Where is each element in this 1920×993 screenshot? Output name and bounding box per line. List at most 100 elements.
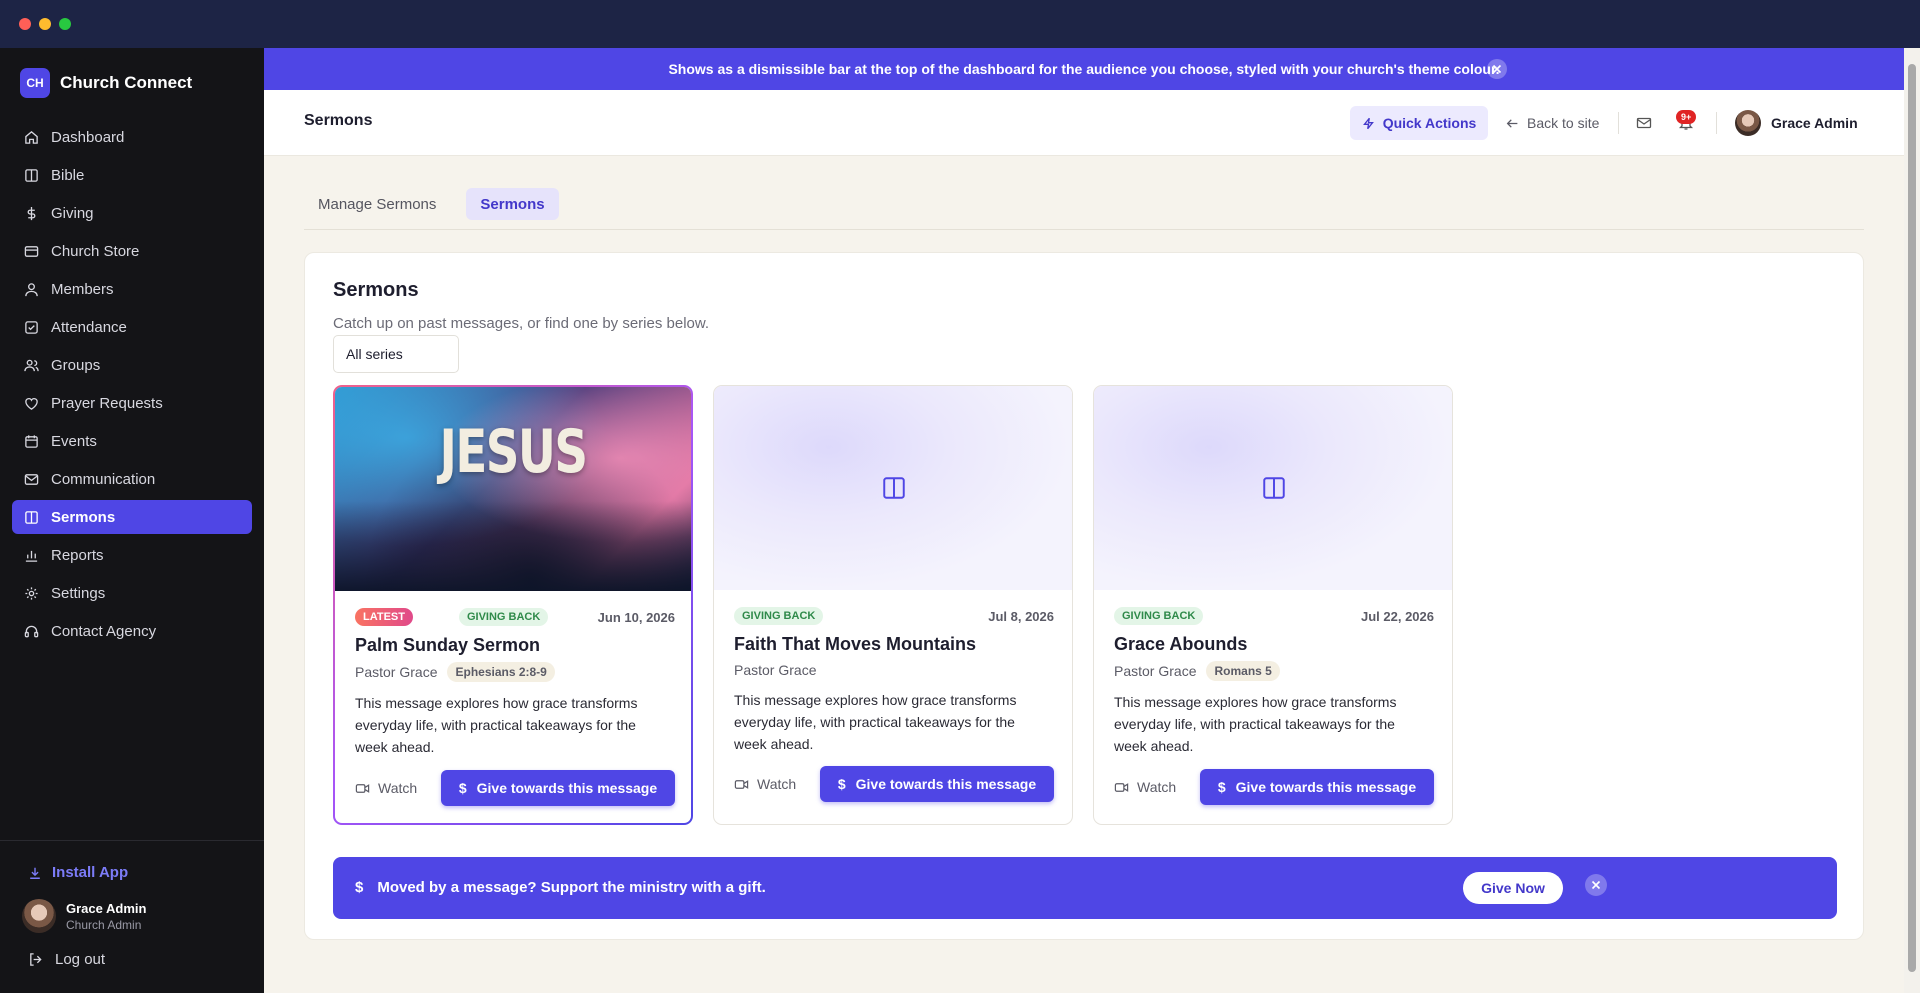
- notification-badge: 9+: [1676, 110, 1697, 124]
- sidebar-item-label: Contact Agency: [51, 622, 157, 640]
- sidebar-item-bible[interactable]: Bible: [12, 158, 252, 192]
- avatar: [22, 899, 56, 933]
- giving-back-tag: GIVING BACK: [458, 608, 549, 626]
- user-menu[interactable]: Grace Admin: [1735, 110, 1858, 136]
- sermon-thumbnail-placeholder: [1094, 386, 1452, 590]
- close-icon: [1492, 64, 1502, 74]
- sidebar-item-reports[interactable]: Reports: [12, 538, 252, 572]
- page-title: Sermons: [304, 112, 373, 129]
- give-banner-dismiss-button[interactable]: [1585, 874, 1607, 896]
- sidebar-item-contact-agency[interactable]: Contact Agency: [12, 614, 252, 648]
- give-now-button[interactable]: Give Now: [1463, 872, 1563, 904]
- sermon-card[interactable]: JESUS LATEST GIVING BACK Jun 10, 2026 Pa…: [333, 385, 693, 825]
- latest-badge: LATEST: [355, 608, 413, 626]
- giving-back-tag: GIVING BACK: [734, 607, 824, 625]
- sidebar: CH Church Connect Dashboard Bible Giving…: [0, 48, 264, 993]
- sidebar-item-label: Events: [51, 432, 97, 450]
- sermon-card[interactable]: GIVING BACK Jul 8, 2026 Faith That Moves…: [713, 385, 1073, 825]
- card-actions: Watch $ Give towards this message: [1114, 769, 1434, 805]
- sermon-date: Jul 22, 2026: [1361, 608, 1434, 624]
- sidebar-item-label: Giving: [51, 204, 94, 222]
- scripture-badge: Ephesians 2:8-9: [447, 662, 555, 682]
- watch-button[interactable]: Watch: [1114, 779, 1176, 795]
- tab-sermons[interactable]: Sermons: [466, 188, 559, 220]
- give-towards-message-button[interactable]: $ Give towards this message: [1200, 769, 1434, 805]
- sermon-pastor: Pastor Grace: [734, 662, 817, 678]
- home-icon: [25, 130, 38, 144]
- card-body: GIVING BACK Jul 22, 2026 Grace Abounds P…: [1114, 606, 1434, 757]
- window-close-button[interactable]: [19, 18, 31, 30]
- card-body: GIVING BACK Jul 8, 2026 Faith That Moves…: [734, 606, 1054, 755]
- video-icon: [734, 779, 749, 789]
- window-maximize-button[interactable]: [59, 18, 71, 30]
- logout-button[interactable]: Log out: [28, 951, 105, 968]
- sidebar-user[interactable]: Grace Admin Church Admin: [22, 899, 146, 933]
- sidebar-item-dashboard[interactable]: Dashboard: [12, 120, 252, 154]
- sermon-description: This message explores how grace transfor…: [1114, 694, 1397, 754]
- calendar-icon: [25, 434, 38, 448]
- sidebar-item-events[interactable]: Events: [12, 424, 252, 458]
- chart-icon: [25, 550, 38, 562]
- quick-actions-button[interactable]: Quick Actions: [1350, 106, 1488, 140]
- sidebar-item-label: Bible: [51, 166, 85, 184]
- sidebar-item-label: Dashboard: [51, 128, 125, 146]
- sermon-title: Faith That Moves Mountains: [734, 634, 977, 654]
- card-body: LATEST GIVING BACK Jun 10, 2026 Palm Sun…: [355, 607, 675, 758]
- sidebar-item-label: Settings: [51, 584, 106, 602]
- sidebar-item-label: Church Store: [51, 242, 140, 260]
- mail-icon[interactable]: [1636, 115, 1652, 131]
- dollar-icon: $: [355, 879, 364, 896]
- give-banner-text: Moved by a message? Support the ministry…: [377, 879, 766, 896]
- sidebar-nav: Dashboard Bible Giving Church Store Memb…: [12, 120, 252, 652]
- sidebar-item-members[interactable]: Members: [12, 272, 252, 306]
- sidebar-item-settings[interactable]: Settings: [12, 576, 252, 610]
- brand[interactable]: CH Church Connect: [20, 68, 192, 98]
- brand-logo: CH: [20, 68, 50, 98]
- quick-actions-label: Quick Actions: [1382, 115, 1477, 131]
- watch-button[interactable]: Watch: [355, 780, 417, 796]
- give-towards-message-button[interactable]: $ Give towards this message: [441, 770, 675, 806]
- sermon-date: Jun 10, 2026: [597, 609, 675, 625]
- users-icon: [24, 359, 39, 371]
- sidebar-item-giving[interactable]: Giving: [12, 196, 252, 230]
- sidebar-item-label: Prayer Requests: [51, 394, 163, 412]
- sidebar-item-sermons[interactable]: Sermons: [12, 500, 252, 534]
- logout-label: Log out: [55, 951, 106, 968]
- watch-label: Watch: [1137, 779, 1177, 795]
- announcement-text: Shows as a dismissible bar at the top of…: [668, 61, 1500, 77]
- sermon-card[interactable]: GIVING BACK Jul 22, 2026 Grace Abounds P…: [1093, 385, 1453, 825]
- book-icon: [25, 168, 38, 182]
- back-to-site-link[interactable]: Back to site: [1506, 115, 1599, 131]
- window-minimize-button[interactable]: [39, 18, 51, 30]
- bolt-icon: [1362, 117, 1374, 129]
- sidebar-footer: Install App Grace Admin Church Admin Log…: [0, 840, 264, 968]
- user-name: Grace Admin: [1771, 115, 1858, 131]
- download-icon: [30, 867, 40, 879]
- announcement-dismiss-button[interactable]: [1487, 59, 1507, 79]
- main-content: Shows as a dismissible bar at the top of…: [264, 48, 1904, 993]
- sidebar-item-attendance[interactable]: Attendance: [12, 310, 252, 344]
- heart-icon: [25, 397, 38, 410]
- headset-icon: [24, 625, 39, 637]
- series-filter-select[interactable]: All series: [333, 335, 459, 373]
- sermon-pastor: Pastor Grace: [355, 664, 438, 680]
- sidebar-item-groups[interactable]: Groups: [12, 348, 252, 382]
- give-towards-message-button[interactable]: $ Give towards this message: [820, 766, 1054, 802]
- give-label: Give towards this message: [1235, 779, 1417, 795]
- check-square-icon: [25, 320, 38, 334]
- watch-button[interactable]: Watch: [734, 776, 796, 792]
- sidebar-item-prayer-requests[interactable]: Prayer Requests: [12, 386, 252, 420]
- sermons-panel: Sermons Catch up on past messages, or fi…: [304, 252, 1864, 940]
- scrollbar[interactable]: [1904, 48, 1920, 993]
- sermon-pastor: Pastor Grace: [1114, 663, 1197, 679]
- tab-manage-sermons[interactable]: Manage Sermons: [304, 188, 450, 220]
- card-actions: Watch $ Give towards this message: [734, 766, 1054, 802]
- logout-icon: [30, 953, 42, 966]
- sidebar-item-church-store[interactable]: Church Store: [12, 234, 252, 268]
- sidebar-item-communication[interactable]: Communication: [12, 462, 252, 496]
- scrollbar-thumb[interactable]: [1908, 64, 1916, 972]
- video-icon: [355, 783, 370, 793]
- close-icon: [1591, 880, 1601, 890]
- back-to-site-label: Back to site: [1527, 115, 1600, 131]
- install-app-button[interactable]: Install App: [28, 864, 128, 881]
